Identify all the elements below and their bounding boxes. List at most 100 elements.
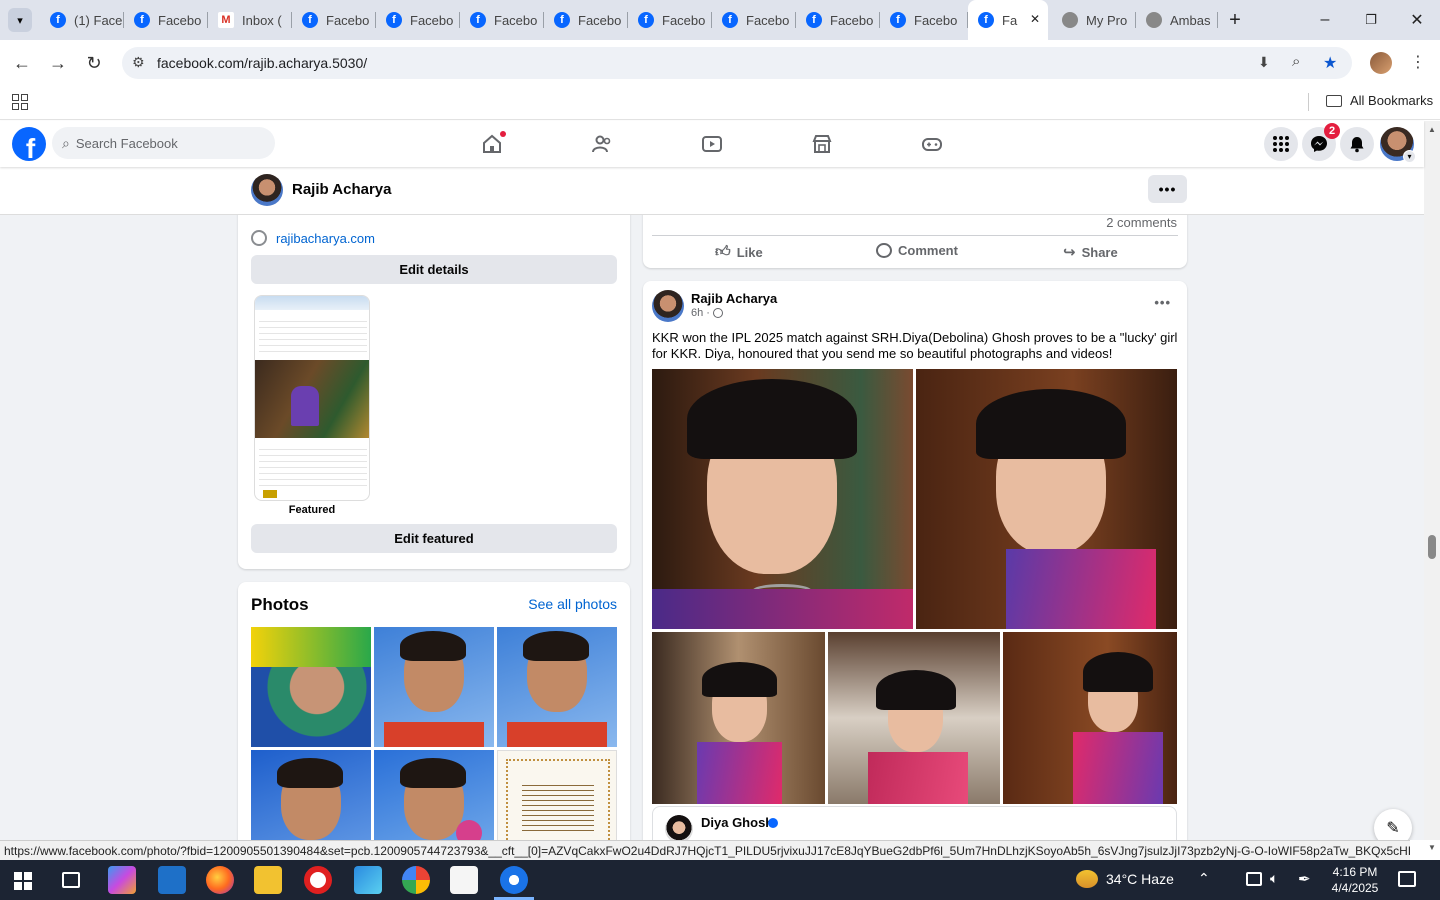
photo-thumb-5[interactable] <box>374 750 494 840</box>
install-app-icon[interactable]: ⬇ <box>1258 54 1270 71</box>
all-bookmarks-button[interactable]: All Bookmarks <box>1326 93 1433 108</box>
page-scrollbar[interactable]: ▲ ▼ <box>1424 121 1440 852</box>
browser-tab[interactable]: f Facebo <box>544 0 628 40</box>
browser-tab[interactable]: My Pro <box>1052 0 1136 40</box>
restore-button[interactable]: ❐ <box>1348 0 1394 40</box>
facebook-search-input[interactable]: ⌕ Search Facebook <box>52 127 275 159</box>
post-time[interactable]: 6h <box>691 307 703 319</box>
browser-tab[interactable]: Ambas <box>1136 0 1218 40</box>
browser-tab[interactable]: f Fa ✕ <box>968 0 1048 40</box>
file-explorer-icon[interactable] <box>254 866 282 894</box>
browser-tab-label: (1) Face <box>74 12 123 28</box>
close-window-button[interactable]: ✕ <box>1394 0 1440 40</box>
app-icon-blue[interactable] <box>158 866 186 894</box>
post-author-name[interactable]: Rajib Acharya <box>691 291 777 306</box>
pen-icon[interactable]: ✒ <box>1298 870 1311 888</box>
post-photo-4[interactable] <box>828 632 1000 804</box>
browser-tab[interactable]: f Facebo <box>460 0 544 40</box>
browser-tab[interactable]: f Facebo <box>124 0 208 40</box>
edit-featured-button[interactable]: Edit featured <box>251 524 617 553</box>
facebook-icon: f <box>386 12 402 28</box>
forward-button[interactable]: → <box>43 48 73 78</box>
photo-thumb-6[interactable] <box>497 750 617 840</box>
website-link[interactable]: rajibacharya.com <box>276 231 375 246</box>
featured-thumbnail[interactable] <box>254 295 370 501</box>
menu-grid-icon[interactable] <box>1264 127 1298 161</box>
browser-tab[interactable]: f Facebo <box>712 0 796 40</box>
clock[interactable]: 4:16 PM 4/4/2025 <box>1320 864 1390 896</box>
back-button[interactable]: ← <box>7 48 37 78</box>
store-icon[interactable] <box>354 866 382 894</box>
new-tab-button[interactable]: + <box>1218 0 1252 40</box>
opera-icon[interactable] <box>304 866 332 894</box>
volume-icon[interactable]: 🔈︎ <box>1270 870 1278 887</box>
zoom-icon[interactable]: ⌕ <box>1292 53 1300 70</box>
tab-search-button[interactable]: ▾ <box>8 8 32 32</box>
reload-button[interactable]: ↻ <box>79 48 109 78</box>
shared-author-name[interactable]: Diya Ghosh <box>701 815 773 830</box>
new-message-button[interactable]: ✎ <box>1374 809 1412 840</box>
gaming-icon[interactable] <box>918 131 946 157</box>
post-photo-2[interactable] <box>916 369 1177 629</box>
profile-avatar[interactable] <box>251 174 283 206</box>
comments-count[interactable]: 2 comments <box>1106 215 1177 230</box>
marketplace-icon[interactable] <box>808 131 836 157</box>
post-photo-1[interactable] <box>652 369 913 629</box>
firefox-icon[interactable] <box>206 866 234 894</box>
chrome-icon[interactable] <box>500 866 528 894</box>
post-options-icon[interactable]: ••• <box>1154 295 1171 310</box>
photos-title: Photos <box>251 595 309 614</box>
close-tab-icon[interactable]: ✕ <box>1030 12 1040 26</box>
messenger-icon[interactable]: 2 <box>1302 123 1340 161</box>
edit-details-button[interactable]: Edit details <box>251 255 617 284</box>
copilot-icon[interactable] <box>108 866 136 894</box>
bookmark-star-icon[interactable]: ★ <box>1323 53 1337 73</box>
comment-button[interactable]: Comment <box>876 243 958 258</box>
photo-thumb-1[interactable] <box>251 627 371 747</box>
address-bar[interactable]: ⚙ facebook.com/rajib.acharya.5030/ ⬇ ⌕ ★ <box>122 47 1352 79</box>
profile-more-button[interactable]: ••• <box>1148 175 1187 203</box>
notifications-bell-icon[interactable] <box>1340 127 1374 161</box>
photo-thumb-2[interactable] <box>374 627 494 747</box>
chrome-menu-icon[interactable]: ⋮ <box>1410 52 1426 72</box>
facebook-logo[interactable]: f <box>12 127 46 161</box>
site-info-icon[interactable]: ⚙ <box>132 54 145 71</box>
tray-chevron-up-icon[interactable]: ⌃ <box>1198 870 1210 887</box>
notepad-icon[interactable] <box>450 866 478 894</box>
google-icon[interactable] <box>402 866 430 894</box>
apps-grid-icon[interactable] <box>12 94 28 110</box>
verified-badge-icon <box>768 818 778 828</box>
weather-widget[interactable]: 34°C Haze <box>1076 870 1174 888</box>
browser-tab[interactable]: f Facebo <box>628 0 712 40</box>
browser-tab[interactable]: f Facebo <box>376 0 460 40</box>
windows-start-icon[interactable] <box>14 872 32 890</box>
task-view-icon[interactable] <box>62 872 80 888</box>
post-photo-5[interactable] <box>1003 632 1177 804</box>
share-button[interactable]: ↪ Share <box>1063 243 1118 261</box>
like-button[interactable]: 👍︎ Like <box>715 243 763 261</box>
browser-tab[interactable]: f Facebo <box>796 0 880 40</box>
scroll-up-arrow[interactable]: ▲ <box>1428 125 1436 134</box>
browser-tab[interactable]: f Facebo <box>880 0 968 40</box>
video-icon[interactable] <box>698 131 726 157</box>
photo-thumb-4[interactable] <box>251 750 371 840</box>
shared-author-avatar[interactable] <box>665 815 693 840</box>
facebook-icon: f <box>302 12 318 28</box>
notification-center-icon[interactable] <box>1398 871 1416 887</box>
friends-icon[interactable] <box>588 131 616 157</box>
browser-tab[interactable]: f (1) Face <box>40 0 124 40</box>
see-all-photos-link[interactable]: See all photos <box>528 596 617 612</box>
home-icon[interactable] <box>478 131 506 157</box>
minimize-button[interactable]: – <box>1302 0 1348 40</box>
post-photo-3[interactable] <box>652 632 825 804</box>
network-icon[interactable] <box>1246 872 1262 886</box>
chrome-profile-avatar[interactable] <box>1370 52 1392 74</box>
post-author-avatar[interactable] <box>652 290 684 322</box>
browser-tab[interactable]: f Facebo <box>292 0 376 40</box>
profile-name[interactable]: Rajib Acharya <box>292 181 392 198</box>
browser-tab[interactable]: M Inbox ( <box>208 0 292 40</box>
account-avatar[interactable]: ▾ <box>1380 127 1416 163</box>
scroll-down-arrow[interactable]: ▼ <box>1428 843 1436 852</box>
photo-thumb-3[interactable] <box>497 627 617 747</box>
scrollbar-thumb[interactable] <box>1428 535 1436 559</box>
